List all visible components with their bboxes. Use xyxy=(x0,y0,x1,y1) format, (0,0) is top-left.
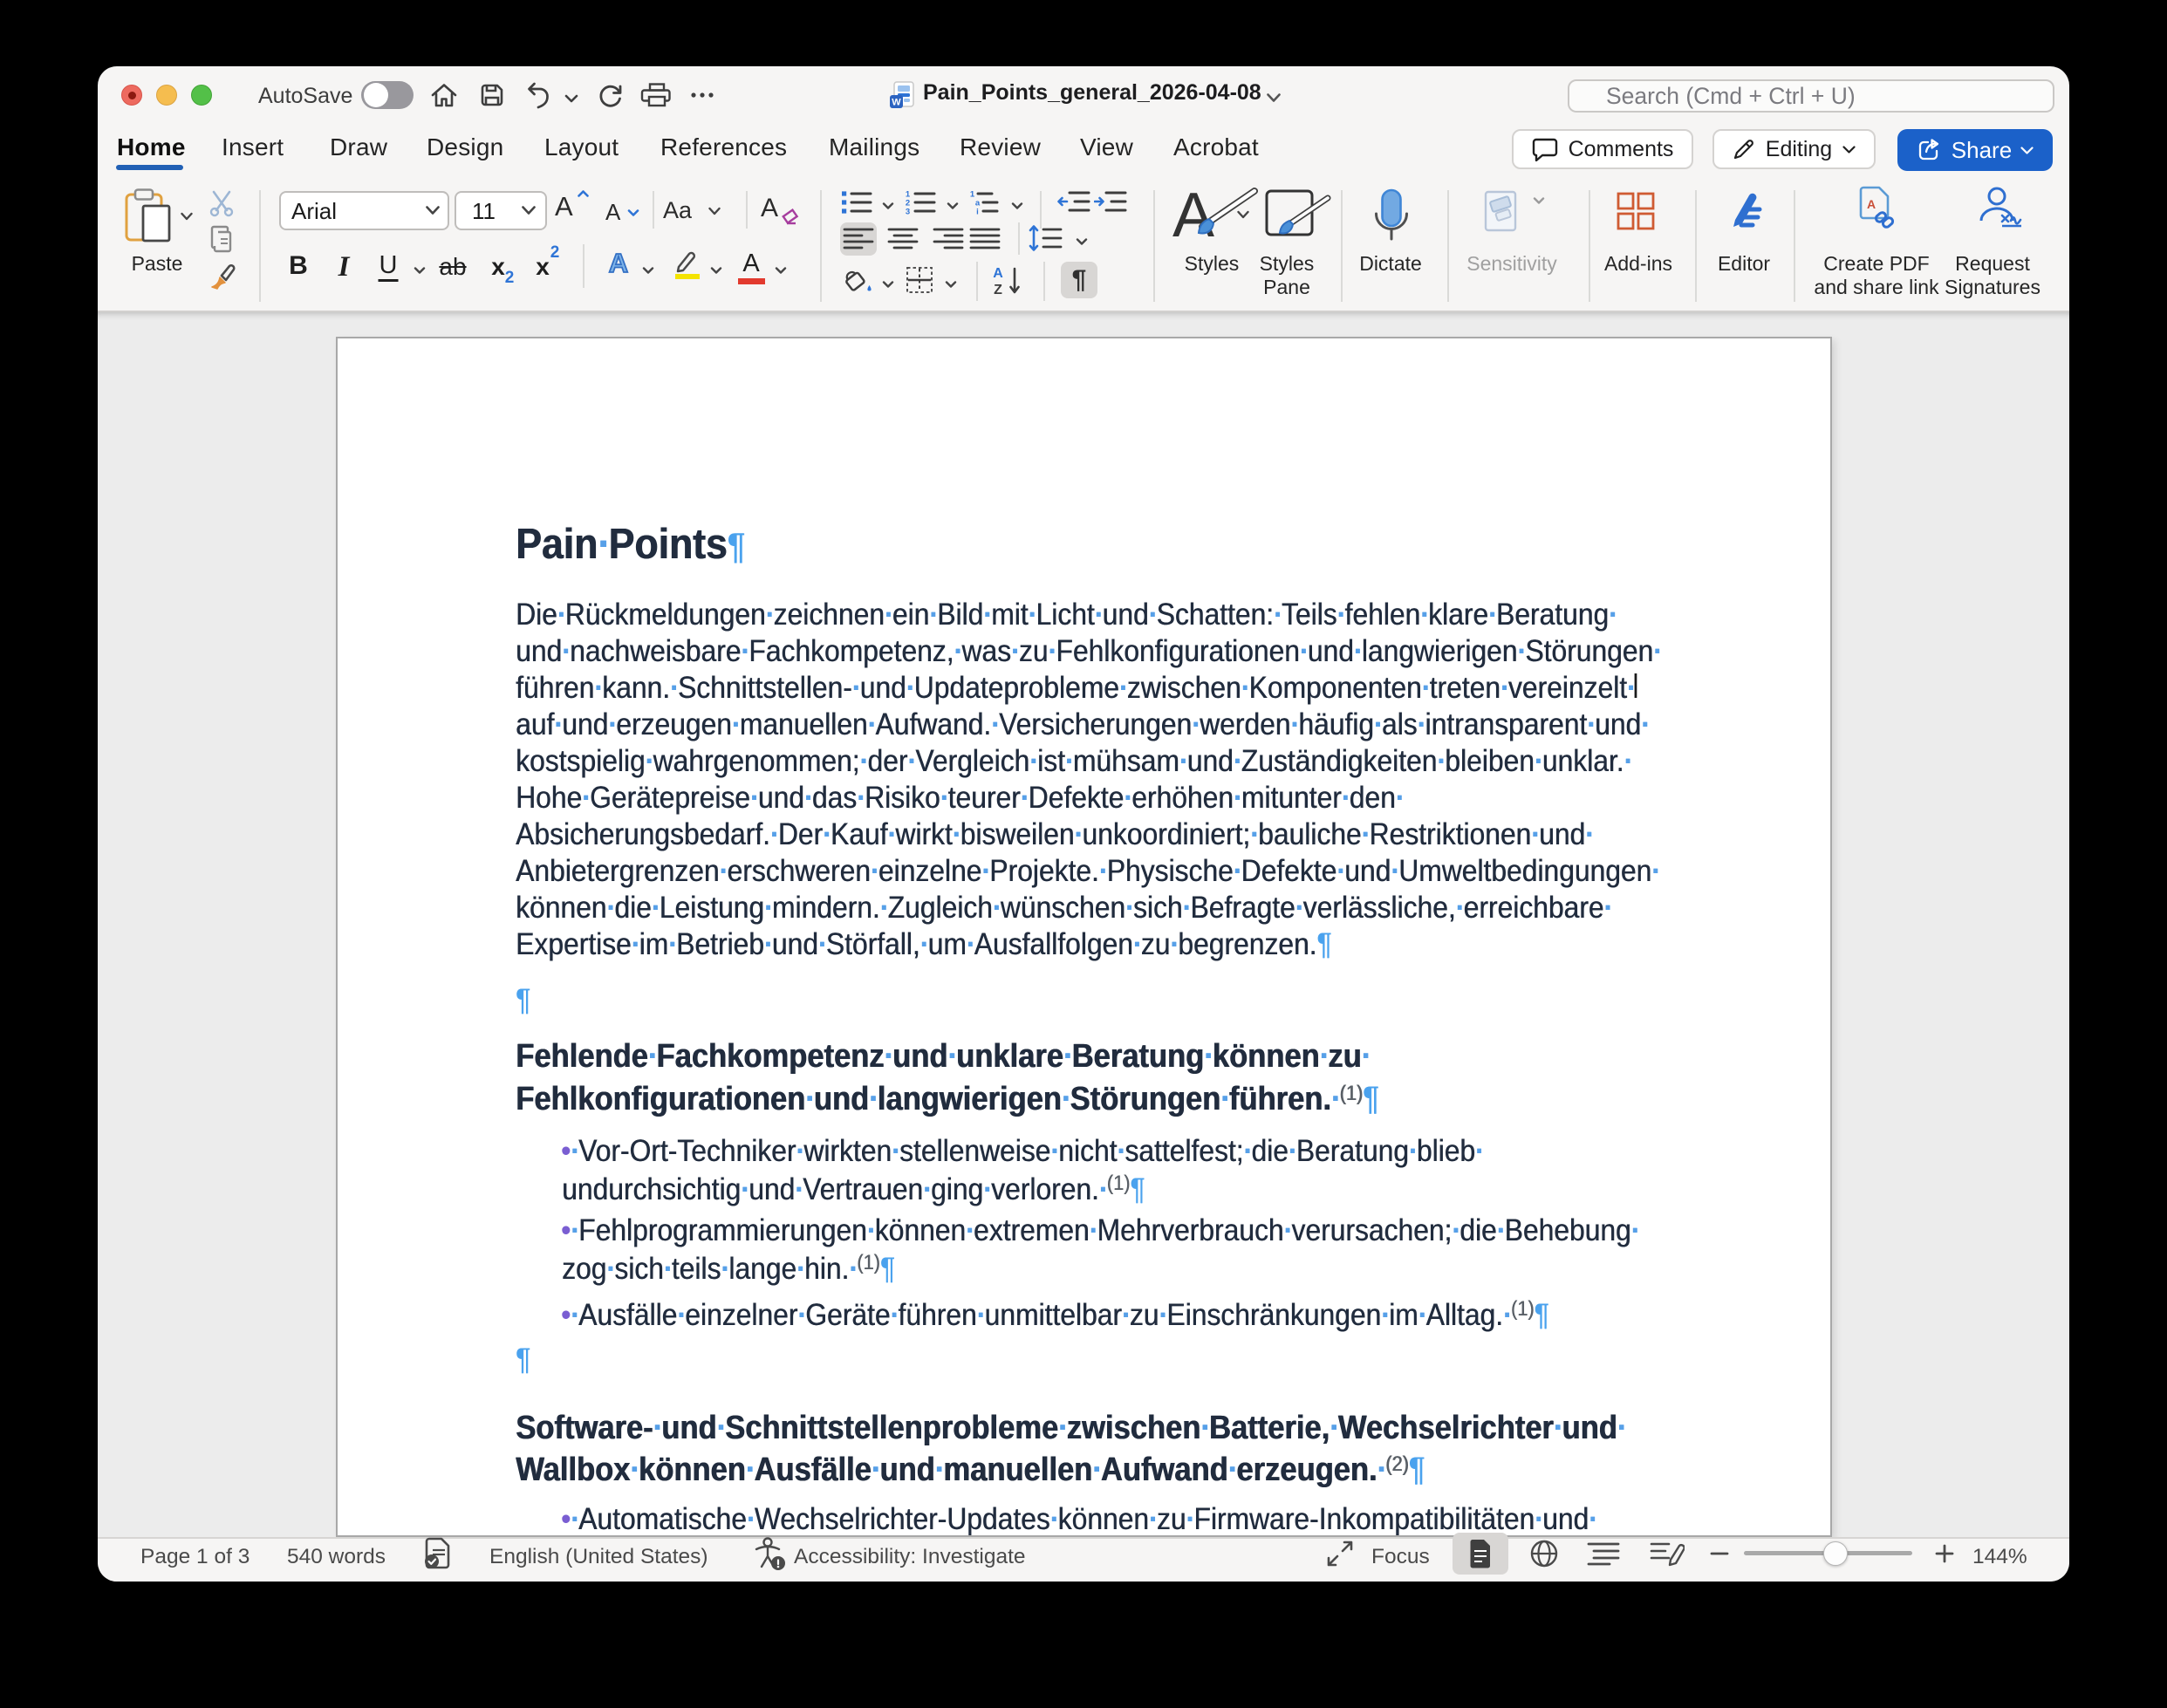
svg-text:A: A xyxy=(993,266,1003,281)
svg-text:W: W xyxy=(892,98,901,108)
svg-text:Z: Z xyxy=(994,283,1002,297)
svg-text:i: i xyxy=(976,208,979,215)
svg-text:A: A xyxy=(1867,197,1876,211)
svg-text:3: 3 xyxy=(906,208,910,215)
